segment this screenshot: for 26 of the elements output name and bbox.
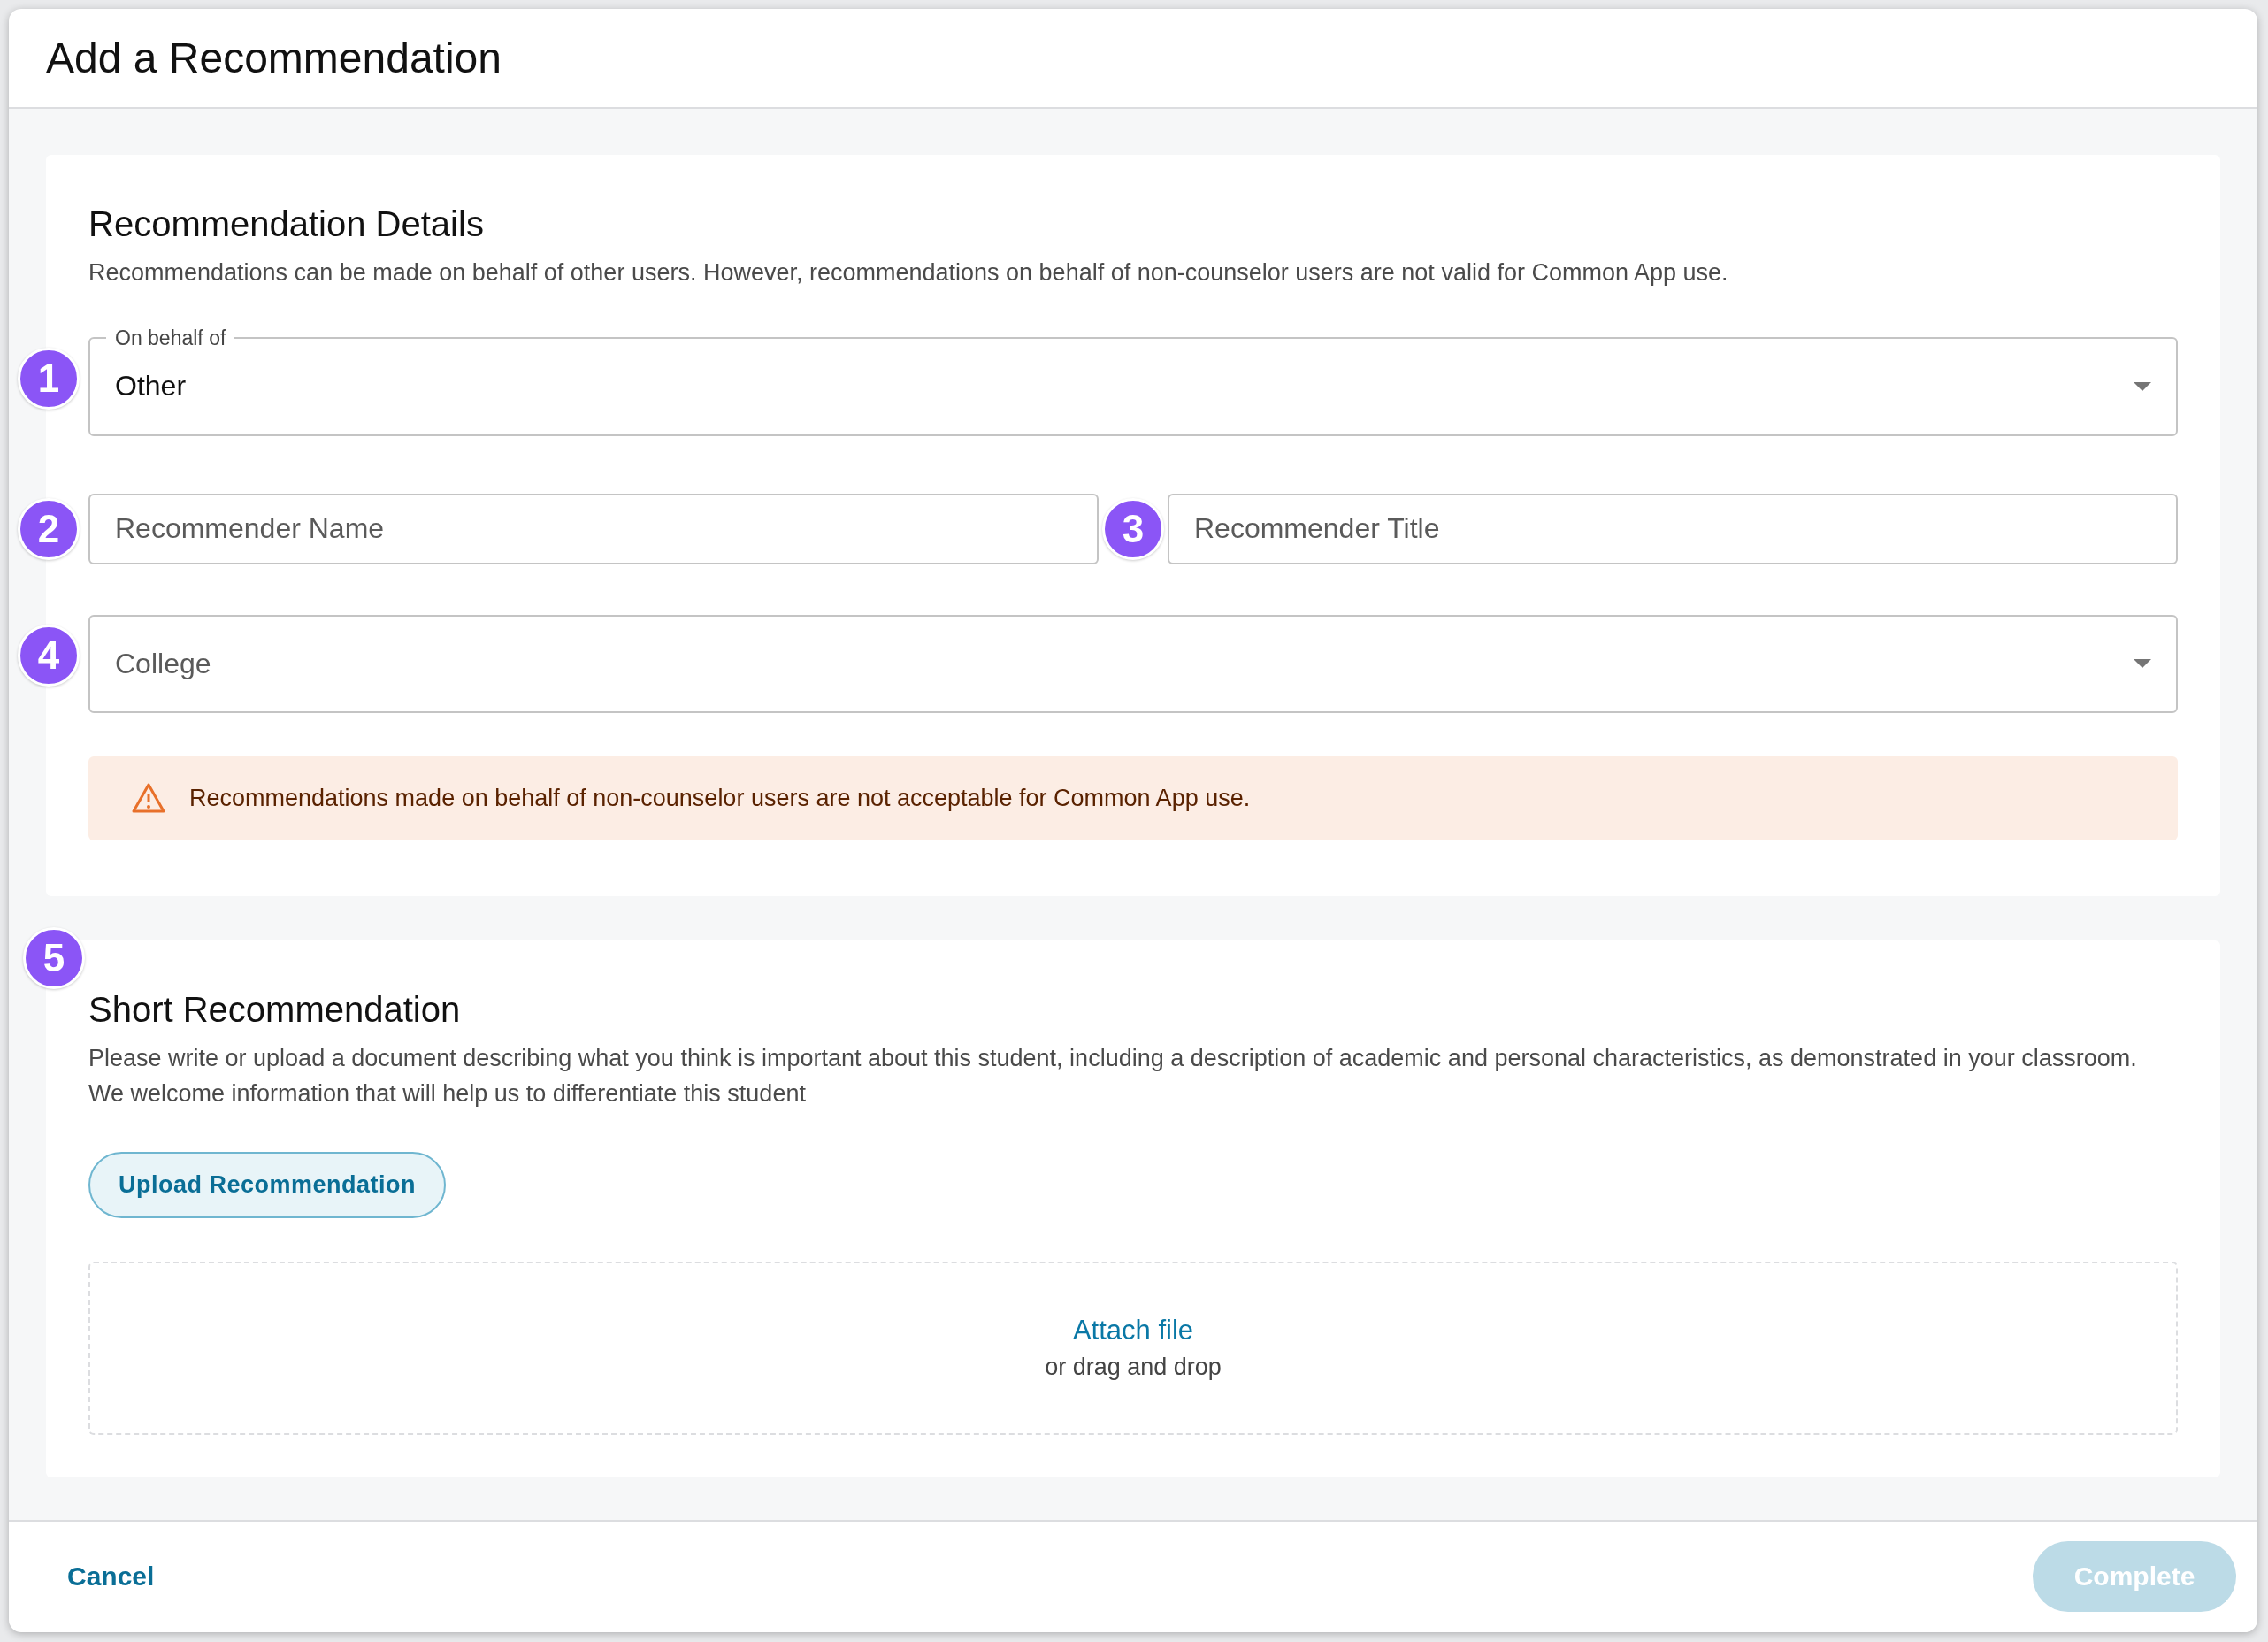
section-heading: Short Recommendation [88, 989, 462, 1030]
section-heading: Recommendation Details [88, 203, 485, 244]
field-placeholder: College [115, 647, 211, 680]
field-placeholder: Recommender Name [115, 512, 385, 546]
attach-file-link[interactable]: Attach file [1072, 1315, 1194, 1347]
drop-hint: or drag and drop [1045, 1354, 1222, 1382]
field-label: On behalf of [114, 325, 227, 351]
dialog-title: Add a Recommendation [46, 33, 502, 82]
warning-text: Recommendations made on behalf of non-counselor users are not acceptable for Common App use. [189, 784, 1251, 812]
warning-icon [131, 782, 166, 815]
input-field[interactable]: Recommender Name [88, 493, 1099, 564]
field-placeholder: Recommender Title [1194, 512, 1440, 546]
section-description: Please write or upload a document describing what you think is important about this student, including a description of academic and personal characteristics, as demonstrated in your classroom. We welcome information that will help us to differentiate this student [88, 1043, 2138, 1109]
step-number-badge: 2 [18, 497, 80, 560]
field-value: Other [115, 370, 187, 403]
input-field[interactable]: Recommender Title [1168, 493, 2178, 564]
file-drop-zone[interactable]: Attach file or drag and drop [88, 1261, 2178, 1435]
step-number-badge: 5 [23, 926, 85, 989]
step-number-badge: 4 [18, 625, 80, 687]
cancel-link[interactable]: Cancel [67, 1561, 155, 1592]
select-field[interactable]: College [88, 614, 2178, 713]
upload-button[interactable]: Upload Recommendation [88, 1151, 447, 1218]
dropdown-caret-icon [2134, 381, 2151, 391]
step-number-badge: 1 [18, 348, 80, 410]
dropdown-caret-icon [2134, 659, 2151, 669]
section-description: Recommendations can be made on behalf of other users. However, recommendations on behalf of non-counselor users are not valid for Common App use. [88, 257, 1729, 288]
